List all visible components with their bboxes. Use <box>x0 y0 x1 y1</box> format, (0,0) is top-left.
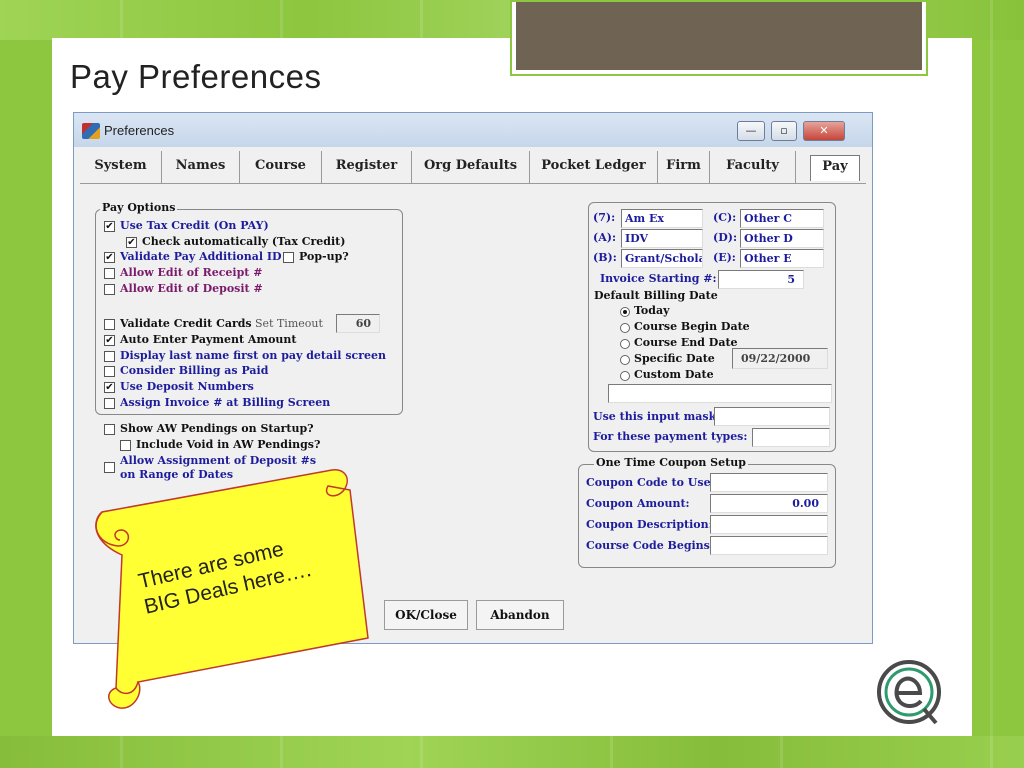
use-tax-credit-checkbox[interactable]: ✔ <box>104 221 115 232</box>
tab-faculty[interactable]: Faculty <box>710 151 796 183</box>
validate-pay-id-checkbox[interactable]: ✔ <box>104 252 115 263</box>
consider-billing-checkbox[interactable] <box>104 366 115 377</box>
tab-pocket-ledger[interactable]: Pocket Ledger <box>530 151 658 183</box>
close-button[interactable]: ✕ <box>803 121 845 141</box>
popup-label: Pop-up? <box>299 250 349 263</box>
set-timeout-label: Set Timeout <box>255 317 323 330</box>
validate-cc-checkbox[interactable] <box>104 319 115 330</box>
auto-enter-checkbox[interactable]: ✔ <box>104 335 115 346</box>
custom-date-input[interactable] <box>608 384 832 403</box>
company-logo-icon <box>877 660 941 725</box>
tab-bar: System Names Course Register Org Default… <box>80 151 866 185</box>
type-a-label: (A): <box>593 231 617 244</box>
type-c-label: (C): <box>713 211 737 224</box>
billing-custom-radio[interactable] <box>620 371 630 381</box>
payment-types-label: For these payment types: <box>593 430 748 443</box>
allow-edit-deposit-checkbox[interactable] <box>104 284 115 295</box>
show-aw-checkbox[interactable] <box>104 424 115 435</box>
abandon-button[interactable]: Abandon <box>476 600 564 630</box>
popup-checkbox[interactable] <box>283 252 294 263</box>
include-void-checkbox[interactable] <box>120 440 131 451</box>
type-d-label: (D): <box>713 231 738 244</box>
tab-firm[interactable]: Firm <box>658 151 710 183</box>
type-7-label: (7): <box>593 211 616 224</box>
auto-enter-label: Auto Enter Payment Amount <box>120 333 297 346</box>
tab-system[interactable]: System <box>80 151 162 183</box>
payment-types-input[interactable] <box>752 428 830 447</box>
billing-course-end-label: Course End Date <box>634 336 738 349</box>
input-mask-input[interactable] <box>714 407 830 426</box>
maximize-button[interactable]: ▫ <box>771 121 797 141</box>
allow-edit-receipt-checkbox[interactable] <box>104 268 115 279</box>
check-auto-checkbox[interactable]: ✔ <box>126 237 137 248</box>
billing-course-begin-radio[interactable] <box>620 323 630 333</box>
tab-org-defaults[interactable]: Org Defaults <box>412 151 530 183</box>
default-billing-label: Default Billing Date <box>594 289 718 302</box>
coupon-group-title: One Time Coupon Setup <box>594 456 748 469</box>
slide-title: Pay Preferences <box>70 58 322 95</box>
use-tax-credit-label: Use Tax Credit (On PAY) <box>120 219 269 232</box>
invoice-start-label: Invoice Starting #: <box>600 272 717 285</box>
course-code-input[interactable] <box>710 536 828 555</box>
billing-specific-label: Specific Date <box>634 352 715 365</box>
display-last-checkbox[interactable] <box>104 351 115 362</box>
type-b-label: (B): <box>593 251 617 264</box>
billing-today-label: Today <box>634 304 670 317</box>
coupon-amount-label: Coupon Amount: <box>586 497 690 510</box>
include-void-label: Include Void in AW Pendings? <box>136 438 321 451</box>
validate-cc-label: Validate Credit Cards <box>120 317 252 330</box>
check-auto-label: Check automatically (Tax Credit) <box>142 235 346 248</box>
allow-edit-receipt-label: Allow Edit of Receipt # <box>120 266 263 279</box>
minimize-button[interactable]: — <box>737 121 765 141</box>
tab-names[interactable]: Names <box>162 151 240 183</box>
coupon-description-label: Coupon Description: <box>586 518 713 531</box>
type-7-input[interactable]: Am Ex <box>621 209 703 228</box>
app-icon <box>82 123 100 139</box>
coupon-description-input[interactable] <box>710 515 828 534</box>
type-e-input[interactable]: Other E <box>740 249 824 268</box>
pay-options-title: Pay Options <box>100 201 178 214</box>
allow-edit-deposit-label: Allow Edit of Deposit # <box>120 282 263 295</box>
billing-course-end-radio[interactable] <box>620 339 630 349</box>
billing-custom-label: Custom Date <box>634 368 714 381</box>
use-deposit-checkbox[interactable]: ✔ <box>104 382 115 393</box>
input-mask-label: Use this input mask: <box>593 410 721 423</box>
slide-header-image <box>510 0 928 76</box>
billing-specific-radio[interactable] <box>620 355 630 365</box>
coupon-amount-input[interactable]: 0.00 <box>710 494 828 513</box>
tab-course[interactable]: Course <box>240 151 322 183</box>
course-code-label: Course Code Begins: <box>586 539 714 552</box>
tab-register[interactable]: Register <box>322 151 412 183</box>
type-d-input[interactable]: Other D <box>740 229 824 248</box>
use-deposit-label: Use Deposit Numbers <box>120 380 254 393</box>
billing-today-radio[interactable] <box>620 307 630 317</box>
type-a-input[interactable]: IDV <box>621 229 703 248</box>
consider-billing-label: Consider Billing as Paid <box>120 364 269 377</box>
window-titlebar[interactable]: Preferences — ▫ ✕ <box>74 113 872 147</box>
assign-invoice-checkbox[interactable] <box>104 398 115 409</box>
coupon-code-input[interactable] <box>710 473 828 492</box>
set-timeout-input[interactable]: 60 <box>336 314 380 333</box>
window-title: Preferences <box>104 123 175 138</box>
specific-date-input[interactable]: 09/22/2000 <box>732 348 828 369</box>
billing-course-begin-label: Course Begin Date <box>634 320 750 333</box>
type-b-input[interactable]: Grant/Schola <box>621 249 703 268</box>
assign-invoice-label: Assign Invoice # at Billing Screen <box>120 396 331 409</box>
display-last-label: Display last name first on pay detail sc… <box>120 349 386 362</box>
type-e-label: (E): <box>713 251 736 264</box>
coupon-code-label: Coupon Code to Use: <box>586 476 715 489</box>
validate-pay-id-label: Validate Pay Additional ID <box>120 250 282 263</box>
show-aw-label: Show AW Pendings on Startup? <box>120 422 314 435</box>
ok-close-button[interactable]: OK/Close <box>384 600 468 630</box>
tab-pay[interactable]: Pay <box>810 155 860 181</box>
type-c-input[interactable]: Other C <box>740 209 824 228</box>
invoice-start-input[interactable]: 5 <box>718 270 804 289</box>
